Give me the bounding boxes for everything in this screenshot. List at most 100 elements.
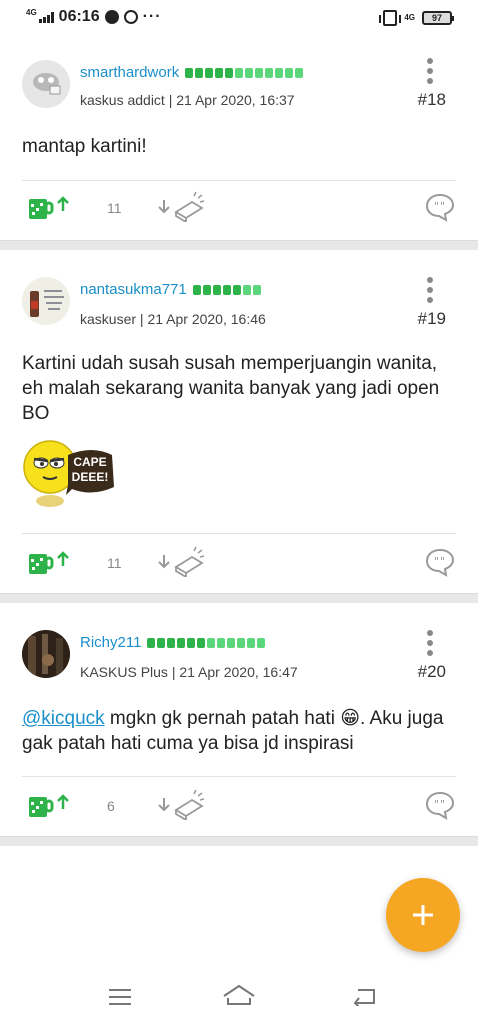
meta-separator: |	[136, 311, 148, 327]
user-rank: kaskuser	[80, 311, 137, 327]
reputation-block	[257, 637, 266, 648]
create-post-button[interactable]	[386, 878, 460, 952]
whatsapp-icon	[123, 10, 138, 24]
svg-text:": "	[440, 555, 445, 568]
post-actions: 6 " "	[0, 788, 478, 828]
more-vertical-icon[interactable]	[426, 58, 434, 84]
comment-icon[interactable]: " "	[424, 192, 456, 227]
reputation-block	[232, 284, 241, 295]
svg-text:": "	[434, 798, 439, 811]
reputation-block	[147, 637, 156, 648]
user-rank: KASKUS Plus	[80, 664, 168, 680]
battery-icon: 97	[422, 11, 454, 25]
post-number[interactable]: #18	[418, 90, 446, 110]
reputation-block	[195, 67, 204, 78]
reputation-block	[265, 67, 274, 78]
reputation-block	[187, 637, 196, 648]
post-20: Richy211 KASKUS Plus | 21 Apr 2020, 16:4…	[0, 604, 478, 834]
username[interactable]: smarthardwork	[80, 64, 179, 81]
post-content: Kartini udah susah susah memperjuangin w…	[22, 353, 440, 424]
reputation-block	[197, 637, 206, 648]
bata-icon[interactable]	[158, 545, 206, 582]
reputation-block	[255, 67, 264, 78]
sticker-cape-deee: CAPE DEEE!	[22, 435, 116, 509]
svg-text:": "	[440, 798, 445, 811]
post-content: mantap kartini!	[22, 136, 147, 157]
reputation-block	[185, 67, 194, 78]
bata-icon[interactable]	[158, 788, 206, 825]
mention-link[interactable]: @kicquck	[22, 708, 105, 729]
svg-text:": "	[434, 555, 439, 568]
divider	[22, 180, 456, 181]
reputation-block	[235, 67, 244, 78]
bata-icon[interactable]	[158, 190, 206, 227]
post-divider	[0, 593, 478, 603]
more-vertical-icon[interactable]	[426, 277, 434, 303]
cendol-count: 11	[107, 555, 122, 571]
arrow-up-icon[interactable]	[56, 794, 70, 815]
cendol-icon[interactable]	[28, 792, 54, 823]
user-rank: kaskus addict	[80, 92, 165, 108]
content-text: mgkn gk pernah patah hati	[104, 708, 341, 729]
reputation-block	[192, 284, 201, 295]
reputation-block	[217, 637, 226, 648]
status-bar: 4G 06:16 ··· 4G 97	[0, 0, 478, 36]
reputation-block	[245, 67, 254, 78]
reputation-block	[225, 67, 234, 78]
reputation-block	[242, 284, 251, 295]
avatar[interactable]	[22, 277, 70, 325]
menu-icon[interactable]	[108, 988, 132, 1011]
reputation-block	[215, 67, 224, 78]
post-date: 21 Apr 2020, 16:37	[176, 92, 295, 108]
post-actions: 11 " "	[0, 190, 478, 230]
divider	[22, 533, 456, 534]
post-19: nantasukma771 kaskuser | 21 Apr 2020, 16…	[0, 251, 478, 591]
meta-separator: |	[164, 92, 177, 108]
avatar[interactable]	[22, 630, 70, 678]
reputation-block	[227, 637, 236, 648]
network-type: 4G	[26, 7, 37, 17]
comment-icon[interactable]: " "	[424, 547, 456, 582]
post-content: @kicquck mgkn gk pernah patah hati 😁. Ak…	[22, 706, 448, 756]
post-date: 21 Apr 2020, 16:46	[147, 311, 266, 327]
avatar[interactable]	[22, 60, 70, 108]
post-number[interactable]: #20	[418, 662, 446, 682]
comment-icon[interactable]: " "	[424, 790, 456, 825]
avatar-image	[22, 60, 70, 108]
svg-text:": "	[434, 200, 439, 213]
divider	[22, 776, 456, 777]
reputation-block	[167, 637, 176, 648]
post-meta: kaskus addict | 21 Apr 2020, 16:37	[80, 92, 295, 108]
meta-separator: |	[167, 664, 180, 680]
system-nav-bar	[0, 970, 478, 1024]
home-icon[interactable]	[222, 984, 256, 1011]
arrow-up-icon[interactable]	[56, 551, 70, 572]
post-date: 21 Apr 2020, 16:47	[179, 664, 298, 680]
reputation-bar	[192, 284, 261, 295]
reputation-block	[252, 284, 261, 295]
arrow-up-icon[interactable]	[56, 196, 70, 217]
signal-icon	[38, 11, 54, 23]
reputation-bar	[147, 637, 266, 648]
cendol-icon[interactable]	[28, 194, 54, 225]
cendol-icon[interactable]	[28, 549, 54, 580]
username[interactable]: Richy211	[80, 634, 141, 651]
reputation-block	[207, 637, 216, 648]
username[interactable]: nantasukma771	[80, 281, 187, 298]
avatar-image	[22, 277, 70, 325]
post-number[interactable]: #19	[418, 309, 446, 329]
reputation-block	[205, 67, 214, 78]
post-meta: KASKUS Plus | 21 Apr 2020, 16:47	[80, 664, 298, 680]
reputation-block	[157, 637, 166, 648]
post-18: smarthardwork kaskus addict | 21 Apr 202…	[0, 38, 478, 238]
sticker-text: CAPE DEEE!	[71, 455, 109, 484]
reputation-block	[202, 284, 211, 295]
back-icon[interactable]	[352, 986, 378, 1011]
clock: 06:16	[58, 8, 100, 25]
reputation-block	[275, 67, 284, 78]
grin-emoji: 😁	[340, 708, 361, 729]
post-divider	[0, 836, 478, 846]
reputation-block	[212, 284, 221, 295]
more-vertical-icon[interactable]	[426, 630, 434, 656]
more-notifications: ···	[142, 8, 162, 25]
